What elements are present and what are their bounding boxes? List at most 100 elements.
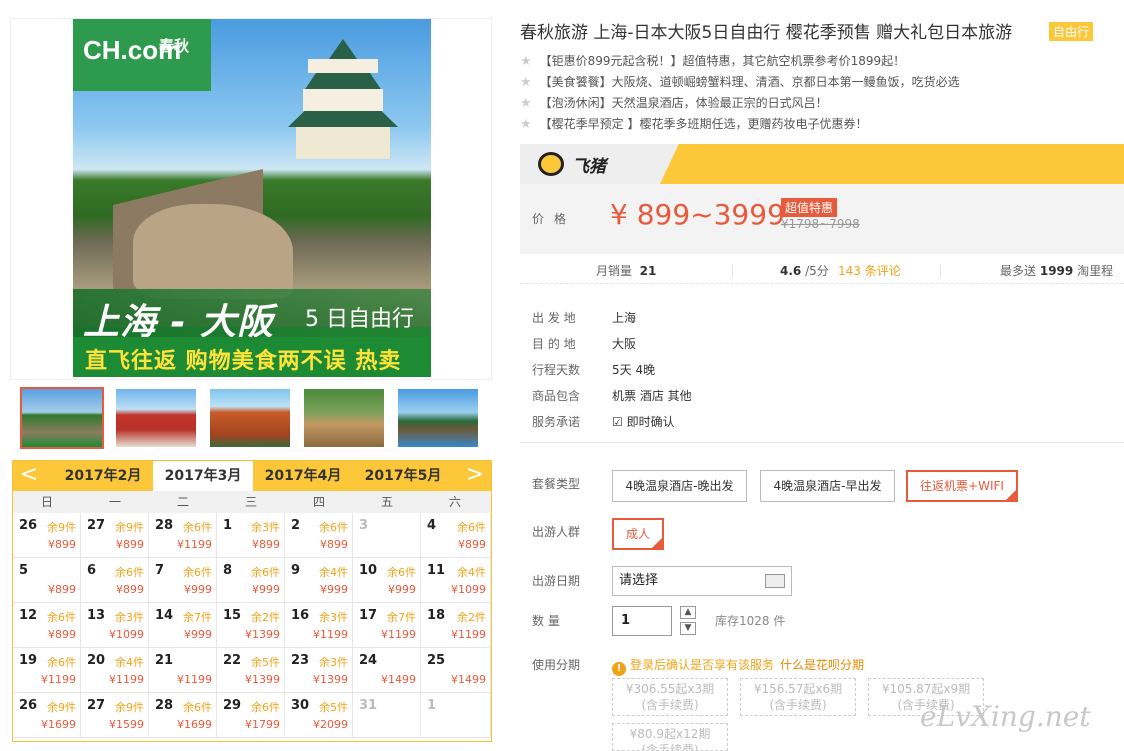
decrement-icon[interactable]: ▼	[680, 622, 696, 635]
stock-left: 余7件	[387, 611, 416, 624]
calendar-day[interactable]: 20 余4件 ¥1199	[81, 648, 149, 693]
day-number: 17	[359, 608, 378, 623]
calendar-day[interactable]: 7 余6件 ¥999	[149, 558, 217, 603]
day-number: 7	[155, 563, 165, 578]
stock-left: 余9件	[115, 701, 144, 714]
day-price: ¥2099	[313, 718, 348, 731]
stock-count: 库存1028 件	[715, 614, 786, 628]
calendar-day[interactable]: 19 余6件 ¥1199	[13, 648, 81, 693]
calendar-day[interactable]: 21 ¥1199	[149, 648, 217, 693]
increment-icon[interactable]: ▲	[680, 606, 696, 619]
calendar-day[interactable]: 4 余6件 ¥899	[421, 513, 491, 558]
review-count-link[interactable]: 143 条评论	[838, 262, 901, 279]
quantity-input[interactable]: 1	[612, 606, 672, 636]
stock-left: 余9件	[47, 521, 76, 534]
calendar-day[interactable]: 13 余3件 ¥1099	[81, 603, 149, 648]
month-tab[interactable]: 2017年4月	[253, 461, 353, 491]
calendar-day[interactable]: 11 余4件 ¥1099	[421, 558, 491, 603]
star-icon: ★	[520, 117, 532, 132]
calendar-day[interactable]: 28 余6件 ¥1199	[149, 513, 217, 558]
calendar-day[interactable]: 18 余2件 ¥1199	[421, 603, 491, 648]
day-number: 26	[19, 698, 38, 713]
day-number: 5	[19, 563, 29, 578]
date-label: 出游日期	[532, 574, 581, 588]
day-number: 27	[87, 518, 106, 533]
calendar-day[interactable]: 9 余4件 ¥999	[285, 558, 353, 603]
calendar-day[interactable]: 16 余3件 ¥1199	[285, 603, 353, 648]
travel-date-input[interactable]: 请选择	[612, 566, 792, 596]
calendar-day[interactable]: 1 余3件 ¥899	[217, 513, 285, 558]
people-option-adult[interactable]: 成人	[612, 518, 664, 550]
day-price: ¥999	[184, 628, 212, 641]
star-icon: ★	[520, 96, 532, 111]
calendar-day: 3	[353, 513, 421, 558]
package-option[interactable]: 4晚温泉酒店-晚出发	[612, 470, 747, 502]
installment-notice: ! 登录后确认是否享有该服务 什么是花呗分期	[612, 656, 864, 676]
thumbnail-4[interactable]	[302, 387, 386, 449]
rating: 4.6 /5分	[780, 264, 829, 278]
month-tab[interactable]: 2017年2月	[53, 461, 153, 491]
day-price: ¥1199	[451, 628, 486, 641]
calendar-day[interactable]: 26 余9件 ¥899	[13, 513, 81, 558]
calendar-day[interactable]: 8 余6件 ¥999	[217, 558, 285, 603]
calendar-day: 1	[421, 693, 491, 738]
package-option-selected[interactable]: 往返机票+WIFI	[906, 470, 1018, 502]
calendar-day[interactable]: 30 余5件 ¥2099	[285, 693, 353, 738]
calendar-day[interactable]: 24 ¥1499	[353, 648, 421, 693]
thumbnail-5[interactable]	[396, 387, 480, 449]
calendar-day[interactable]: 28 余6件 ¥1699	[149, 693, 217, 738]
prev-month-icon[interactable]: <	[19, 464, 39, 488]
month-tab[interactable]: 2017年5月	[353, 461, 453, 491]
day-number: 29	[223, 698, 242, 713]
calendar-day[interactable]: 5 ¥899	[13, 558, 81, 603]
calendar-day[interactable]: 26 余9件 ¥1699	[13, 693, 81, 738]
calendar-day[interactable]: 6 余6件 ¥899	[81, 558, 149, 603]
day-price: ¥1099	[109, 628, 144, 641]
calendar-day[interactable]: 22 余5件 ¥1399	[217, 648, 285, 693]
day-price: ¥899	[252, 538, 280, 551]
calendar-day[interactable]: 27 余9件 ¥899	[81, 513, 149, 558]
stock-left: 余6件	[47, 656, 76, 669]
package-option[interactable]: 4晚温泉酒店-早出发	[760, 470, 895, 502]
calendar-day[interactable]: 27 余9件 ¥1599	[81, 693, 149, 738]
stock-left: 余6件	[251, 701, 280, 714]
calendar-icon[interactable]	[765, 574, 785, 588]
day-number: 15	[223, 608, 242, 623]
stock-left: 余6件	[457, 521, 486, 534]
calendar-day[interactable]: 12 余6件 ¥899	[13, 603, 81, 648]
thumbnail-3[interactable]	[208, 387, 292, 449]
calendar-day[interactable]: 10 余6件 ¥999	[353, 558, 421, 603]
weekday: 五	[380, 495, 393, 509]
installment-option[interactable]: ¥80.9起x12期 (含手续费)	[612, 723, 728, 751]
weekday: 六	[448, 495, 461, 509]
day-price: ¥899	[320, 538, 348, 551]
day-number: 3	[359, 518, 369, 533]
installment-option[interactable]: ¥306.55起x3期 (含手续费)	[612, 678, 728, 716]
calendar-day[interactable]: 17 余7件 ¥1199	[353, 603, 421, 648]
thumbnail-1[interactable]	[20, 387, 104, 449]
calendar-day[interactable]: 25 ¥1499	[421, 648, 491, 693]
huabei-link[interactable]: 什么是花呗分期	[780, 658, 864, 672]
stock-left: 余3件	[115, 611, 144, 624]
day-price: ¥1499	[381, 673, 416, 686]
check-circle-icon: ☑	[612, 415, 623, 429]
calendar-day[interactable]: 15 余2件 ¥1399	[217, 603, 285, 648]
day-number: 11	[427, 563, 446, 578]
calendar-day[interactable]: 29 余6件 ¥1799	[217, 693, 285, 738]
day-number: 25	[427, 653, 446, 668]
thumbnail-2[interactable]	[114, 387, 198, 449]
next-month-icon[interactable]: >	[465, 464, 485, 488]
month-tab-active[interactable]: 2017年3月	[153, 461, 253, 491]
day-number: 28	[155, 518, 174, 533]
installment-option[interactable]: ¥156.57起x6期 (含手续费)	[740, 678, 856, 716]
day-price: ¥1699	[177, 718, 212, 731]
main-product-image[interactable]: CH.com 春秋 上海 - 大阪 5 日自由行 直飞往返 购物美食两不误 热卖	[10, 18, 492, 380]
product-title: 春秋旅游 上海-日本大阪5日自由行 樱花季预售 赠大礼包日本旅游	[520, 23, 1013, 43]
feature-line: ★ 【泡汤休闲】天然温泉酒店，体验最正宗的日式风吕！	[520, 94, 828, 111]
day-price: ¥899	[48, 538, 76, 551]
calendar-grid: 26 余9件 ¥899 27 余9件 ¥899 28 余6件 ¥1199 1 余3件 ¥899 2 余6件…	[13, 513, 491, 741]
calendar-day[interactable]: 23 余3件 ¥1399	[285, 648, 353, 693]
calendar-day[interactable]: 14 余7件 ¥999	[149, 603, 217, 648]
calendar-day[interactable]: 2 余6件 ¥899	[285, 513, 353, 558]
day-price: ¥1599	[109, 718, 144, 731]
